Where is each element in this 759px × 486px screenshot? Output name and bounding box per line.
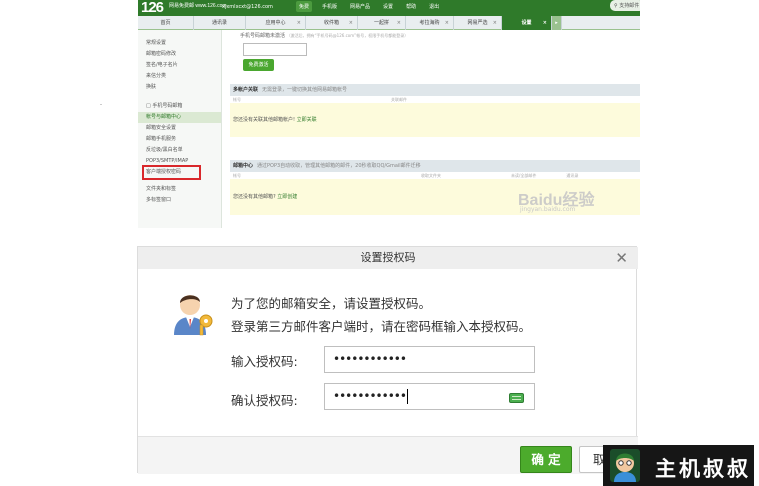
mail-tab-bar: 首页 通讯录 应用中心 × 收件箱 × 一起拼 × 考拉海购 × 网易严选 × 设置 × ▸: [138, 16, 640, 30]
sidebar-item-filters[interactable]: 来信分类: [138, 71, 221, 82]
sidebar-item-security[interactable]: 邮箱安全设置: [138, 123, 221, 134]
header-link-help[interactable]: 帮助: [403, 1, 419, 12]
confirm-auth-code-input[interactable]: ••••••••••••: [324, 383, 535, 410]
mail-center-header: 邮箱中心 通过POP3自动收取，管理其他邮箱的邮件，20秒收取QQ/Gmail邮件…: [230, 160, 640, 172]
keyboard-icon[interactable]: [509, 393, 524, 403]
header-link-settings[interactable]: 设置: [380, 1, 396, 12]
activate-button[interactable]: 免费激活: [243, 59, 274, 71]
sidebar-item-pop3[interactable]: POP3/SMTP/IMAP: [138, 156, 221, 167]
multi-account-header: 多帐户关联 无需登录，一键切换其他网易邮箱帐号: [230, 84, 640, 96]
tab-close-icon[interactable]: ×: [493, 16, 497, 30]
mail-center-columns: 帐号 收取文件夹 未读/全部邮件 通讯录: [230, 172, 640, 179]
settings-sidebar: 常规设置 邮箱密码修改 签名/电子名片 来信分类 换肤 □ 手机号码邮箱 帐号与…: [138, 30, 222, 228]
sidebar-item-client-auth-code[interactable]: 客户端授权密码: [142, 165, 201, 180]
tab-close-icon[interactable]: ×: [543, 16, 547, 30]
tab-close-icon[interactable]: ×: [297, 16, 301, 30]
tab-close-icon[interactable]: ×: [349, 16, 353, 30]
dialog-title: 设置授权码: [138, 247, 638, 269]
header-link-logout[interactable]: 退出: [426, 1, 442, 12]
multi-account-body: 您还没有关联其他邮箱帐户! 立即关联: [230, 103, 640, 137]
sidebar-item-multi-tab[interactable]: 多标签窗口: [138, 195, 221, 206]
ok-button[interactable]: 确 定: [520, 446, 572, 473]
mascot-icon: [610, 449, 640, 482]
tab-yiqipin[interactable]: 一起拼 ×: [358, 16, 406, 30]
sidebar-item-signature[interactable]: 签名/电子名片: [138, 60, 221, 71]
logo-subtitle: 网易免费邮 www.126.com: [169, 3, 227, 9]
dialog-message-line2: 登录第三方邮件客户端时，请在密码框输入本授权码。: [231, 319, 532, 334]
sidebar-item-phone-mailbox[interactable]: □ 手机号码邮箱: [138, 101, 221, 112]
multi-account-section: 多帐户关联 无需登录，一键切换其他网易邮箱帐号 帐号 关联邮件 您还没有关联其他邮箱…: [230, 84, 640, 137]
phone-section-title: 手机号码邮箱未激活 （激活后，拥有“手机号码@126.com”帐号，权限手机号都…: [240, 33, 409, 39]
header-links: 免费 手机版 网易产品 设置 帮助 退出: [296, 1, 442, 12]
auth-code-dialog: 设置授权码 ✕ 为了您的邮箱安全，请设置授权码。 登录第三方邮件客户端时，请在密…: [137, 246, 639, 474]
stray-dot: [100, 104, 102, 105]
mail-search-input[interactable]: ⚲ 支持邮件: [610, 0, 640, 11]
link-create[interactable]: 立即创建: [277, 194, 297, 200]
sidebar-item-account-center[interactable]: 帐号与邮箱中心: [138, 112, 221, 123]
auth-code-input[interactable]: ••••••••••••: [324, 346, 535, 373]
header-link-products[interactable]: 网易产品: [347, 1, 373, 12]
dialog-message-line1: 为了您的邮箱安全，请设置授权码。: [231, 296, 432, 311]
dialog-footer: 确 定 取消: [138, 436, 639, 474]
tab-settings[interactable]: 设置 ×: [502, 16, 552, 30]
sidebar-item-skin[interactable]: 换肤: [138, 82, 221, 93]
mail-settings-screenshot: 126 网易免费邮 www.126.com xjxmlxcxt@126.com 免…: [138, 0, 640, 228]
site-badge: 主机叔叔: [603, 445, 754, 486]
user-key-icon: [174, 295, 213, 336]
tab-close-icon[interactable]: ×: [445, 16, 449, 30]
mail-logo[interactable]: 126 网易免费邮 www.126.com: [141, 0, 227, 16]
header-link-free[interactable]: 免费: [296, 1, 313, 12]
tab-yanxuan[interactable]: 网易严选 ×: [454, 16, 502, 30]
confirm-auth-code-value: ••••••••••••: [333, 389, 407, 403]
tab-close-icon[interactable]: ×: [397, 16, 401, 30]
tab-kaola[interactable]: 考拉海购 ×: [406, 16, 454, 30]
tab-add-icon[interactable]: ▸: [552, 16, 562, 30]
auth-code-label: 输入授权码:: [231, 354, 298, 369]
sidebar-item-mobile-service[interactable]: 邮箱手机服务: [138, 134, 221, 145]
badge-text: 主机叔叔: [655, 456, 751, 481]
link-associate[interactable]: 立即关联: [297, 117, 317, 123]
tab-home[interactable]: 首页: [138, 16, 194, 30]
text-caret: [406, 389, 408, 404]
sidebar-item-folders[interactable]: 文件夹和标签: [138, 184, 221, 195]
header-link-mobile[interactable]: 手机版: [319, 1, 340, 12]
multi-account-columns: 帐号 关联邮件: [230, 96, 640, 103]
tab-inbox[interactable]: 收件箱 ×: [306, 16, 358, 30]
watermark-url: jingyan.baidu.com: [520, 206, 576, 213]
mail-header: 126 网易免费邮 www.126.com xjxmlxcxt@126.com 免…: [138, 0, 640, 16]
sidebar-item-antispam[interactable]: 反垃圾/黑白名单: [138, 145, 221, 156]
tab-app-center[interactable]: 应用中心 ×: [246, 16, 306, 30]
tab-contacts[interactable]: 通讯录: [194, 16, 246, 30]
close-icon[interactable]: ✕: [615, 247, 628, 269]
sidebar-item-password[interactable]: 邮箱密码修改: [138, 49, 221, 60]
phone-number-input[interactable]: [243, 43, 307, 56]
confirm-auth-code-label: 确认授权码:: [231, 393, 298, 408]
sidebar-item-general[interactable]: 常规设置: [138, 38, 221, 49]
auth-code-value: ••••••••••••: [333, 352, 407, 366]
account-email[interactable]: xjxmlxcxt@126.com: [222, 4, 273, 10]
